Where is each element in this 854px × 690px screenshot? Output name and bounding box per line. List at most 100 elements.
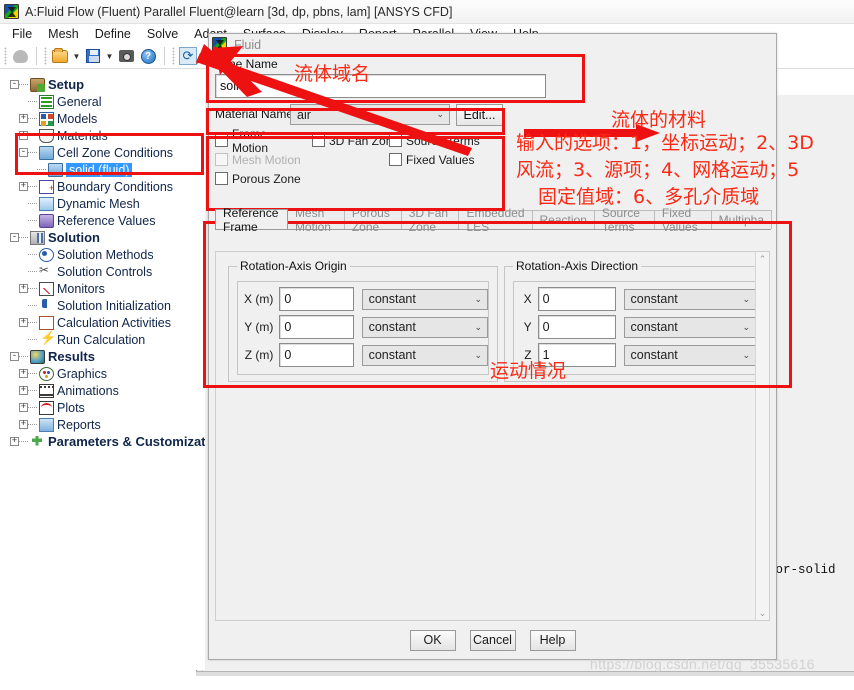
tree-connector [37,169,46,170]
tree-item-monitors[interactable]: + Monitors [4,280,205,297]
tree-expand-icon[interactable]: + [19,131,28,140]
cancel-button[interactable]: Cancel [469,629,516,651]
tree-item-plots[interactable]: + Plots [4,399,205,416]
tree-item-dynamic-mesh[interactable]: Dynamic Mesh [4,195,205,212]
mesh-display-icon[interactable] [9,46,31,67]
tab-fixed-values[interactable]: Fixed Values [653,206,712,234]
tree-item-label: Dynamic Mesh [57,196,140,211]
tree-item-reference-values[interactable]: Reference Values [4,212,205,229]
tree-item-reports[interactable]: + Reports [4,416,205,433]
open-file-dropdown-icon[interactable]: ▼ [71,46,82,67]
save-file-dropdown-icon[interactable]: ▼ [104,46,115,67]
edit-material-button[interactable]: Edit... [456,104,503,126]
save-file-icon[interactable] [82,46,104,67]
rotation-axis-direction-x-input[interactable]: 0 [537,287,616,311]
boundary-conditions-icon [39,179,54,194]
menu-define[interactable]: Define [87,26,139,42]
rotation-axis-direction-z-profile-select[interactable]: constant ⌄ [623,344,755,366]
rotation-axis-direction-title: Rotation-Axis Direction [513,259,642,273]
tree-collapse-icon[interactable]: - [10,233,19,242]
rotation-axis-direction-x-profile-select[interactable]: constant ⌄ [623,288,755,310]
tree-expand-icon[interactable]: + [19,182,28,191]
menu-file[interactable]: File [4,26,40,42]
tree-item-cell-zone-conditions[interactable]: - Cell Zone Conditions [4,144,205,161]
tree-item-solution-methods[interactable]: Solution Methods [4,246,205,263]
rotation-axis-direction-y-input[interactable]: 0 [537,315,616,339]
checkbox-fixed-values[interactable]: Fixed Values [389,150,499,169]
tree-item-models[interactable]: + Models [4,110,205,127]
tree-item-calculation-activities[interactable]: + Calculation Activities [4,314,205,331]
toolbar-grip[interactable] [4,47,7,65]
rotation-axis-origin-xm-profile-select[interactable]: constant ⌄ [361,288,488,310]
tree-collapse-icon[interactable]: - [19,148,28,157]
tree-expand-icon[interactable]: + [10,437,19,446]
tree-item-label: Calculation Activities [57,315,171,330]
refresh-icon[interactable]: ⟳ [177,46,199,67]
tree-expand-icon[interactable]: + [19,369,28,378]
rotation-axis-direction-axis-label: Z [524,348,532,362]
tree-connector [28,407,37,408]
tree-connector [28,101,37,102]
tab-porous-zone[interactable]: Porous Zone [343,206,402,234]
rotation-axis-origin-zm-profile-select[interactable]: constant ⌄ [361,344,488,366]
solution-methods-icon [39,247,54,262]
tree-expand-icon[interactable]: + [19,420,28,429]
rotation-axis-origin-row: Y (m) 0 constant ⌄ [242,313,488,341]
tree-item-solid-fluid[interactable]: solid (fluid) [4,161,205,178]
help-button[interactable]: Help [529,629,576,651]
tree-item-graphics[interactable]: + Graphics [4,365,205,382]
menu-solve[interactable]: Solve [139,26,186,42]
material-name-select[interactable]: air ⌄ [290,104,450,125]
open-file-icon[interactable] [49,46,71,67]
tab-reaction[interactable]: Reaction [531,210,595,229]
screenshot-icon[interactable] [115,46,137,67]
rotation-axis-direction-y-profile-select[interactable]: constant ⌄ [623,316,755,338]
tree-item-run-calculation[interactable]: Run Calculation [4,330,205,348]
tree-item-solution-initialization[interactable]: Solution Initialization [4,297,205,314]
tree-item-solution-controls[interactable]: Solution Controls [4,263,205,280]
rotation-axis-origin-xm-input[interactable]: 0 [279,287,354,311]
tab-embedded-les[interactable]: Embedded LES [458,206,533,234]
rotation-axis-origin-ym-profile-select[interactable]: constant ⌄ [361,316,488,338]
content-vertical-scrollbar[interactable]: ⌃ ⌄ [755,252,769,620]
rotation-axis-direction-z-input[interactable]: 1 [537,343,616,367]
tree-collapse-icon[interactable]: - [10,80,19,89]
checkbox-source-terms[interactable]: Source Terms [389,131,499,150]
profile-value: constant [368,292,416,306]
tree-item-boundary-conditions[interactable]: + Boundary Conditions [4,178,205,195]
tab-mesh-motion[interactable]: Mesh Motion [286,206,345,234]
tree-item-general[interactable]: General [4,93,205,110]
menu-mesh[interactable]: Mesh [40,26,87,42]
tree-expand-icon[interactable]: + [19,403,28,412]
tree-expand-icon[interactable]: + [19,114,28,123]
tree-expand-icon[interactable]: + [19,318,28,327]
tab-multipha[interactable]: Multipha [710,210,773,229]
rotation-axis-origin-ym-input[interactable]: 0 [279,315,354,339]
tree-expand-icon[interactable]: + [19,284,28,293]
tab-reference-frame[interactable]: Reference Frame [215,206,288,234]
tab-source-terms[interactable]: Source Terms [593,206,655,234]
scroll-up-icon[interactable]: ⌃ [756,252,769,266]
help-icon[interactable]: ? [137,46,159,67]
tree-item-animations[interactable]: + Animations [4,382,205,399]
rotation-axis-origin-zm-input[interactable]: 0 [279,343,354,367]
tree-collapse-icon[interactable]: - [10,352,19,361]
rotation-axis-direction-axis-label: X [523,292,532,306]
scroll-down-icon[interactable]: ⌄ [756,606,769,620]
zone-name-input[interactable]: solid [215,74,546,98]
tree-item-label: Parameters & Customizat [48,434,205,449]
tree-item-setup[interactable]: - Setup [4,76,205,93]
tab-3d-fan-zone[interactable]: 3D Fan Zone [400,206,460,234]
ok-button[interactable]: OK [409,629,456,651]
checkbox-frame-motion[interactable]: Frame Motion [215,127,305,155]
toolbar-grip[interactable] [44,47,47,65]
rotation-axis-direction-group: Rotation-Axis Direction X 0 constant ⌄ Y 0 con… [504,259,755,382]
tree-item-label: General [57,94,102,109]
checkbox-porous-zone[interactable]: Porous Zone [215,169,305,188]
tree-item-materials[interactable]: + Materials [4,127,205,144]
toolbar-grip[interactable] [172,47,175,65]
tree-item-results[interactable]: - Results [4,348,205,365]
tree-item-parameters-customizat[interactable]: + Parameters & Customizat [4,433,205,450]
tree-expand-icon[interactable]: + [19,386,28,395]
tree-item-solution[interactable]: - Solution [4,229,205,246]
